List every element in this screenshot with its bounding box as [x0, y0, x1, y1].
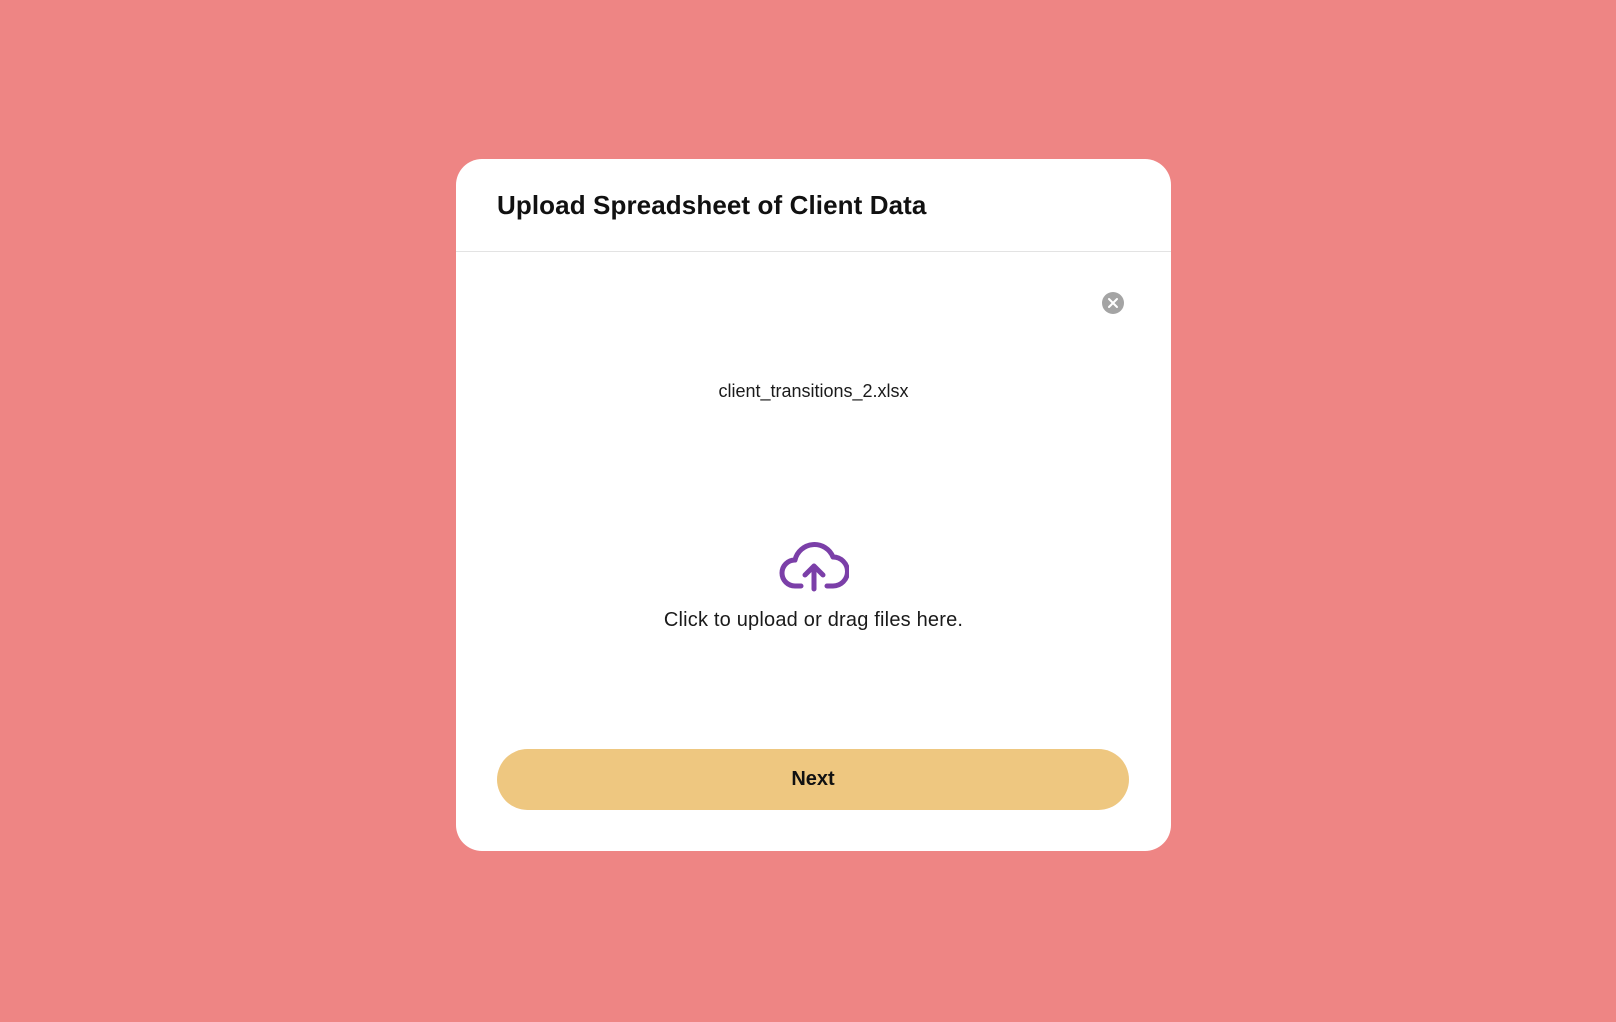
file-dropzone[interactable]: Click to upload or drag files here.: [496, 539, 1131, 679]
next-button[interactable]: Next: [497, 749, 1129, 810]
cloud-upload-icon: [779, 542, 849, 592]
remove-file-button[interactable]: [1102, 292, 1124, 314]
dropzone-instructions: Click to upload or drag files here.: [663, 609, 964, 631]
close-circle-icon: [1108, 298, 1118, 308]
modal-header: Upload Spreadsheet of Client Data: [456, 159, 1171, 252]
uploaded-file-name: client_transitions_2.xlsx: [718, 381, 909, 401]
modal-title: Upload Spreadsheet of Client Data: [497, 189, 927, 220]
upload-modal: Upload Spreadsheet of Client Data client…: [456, 159, 1171, 851]
